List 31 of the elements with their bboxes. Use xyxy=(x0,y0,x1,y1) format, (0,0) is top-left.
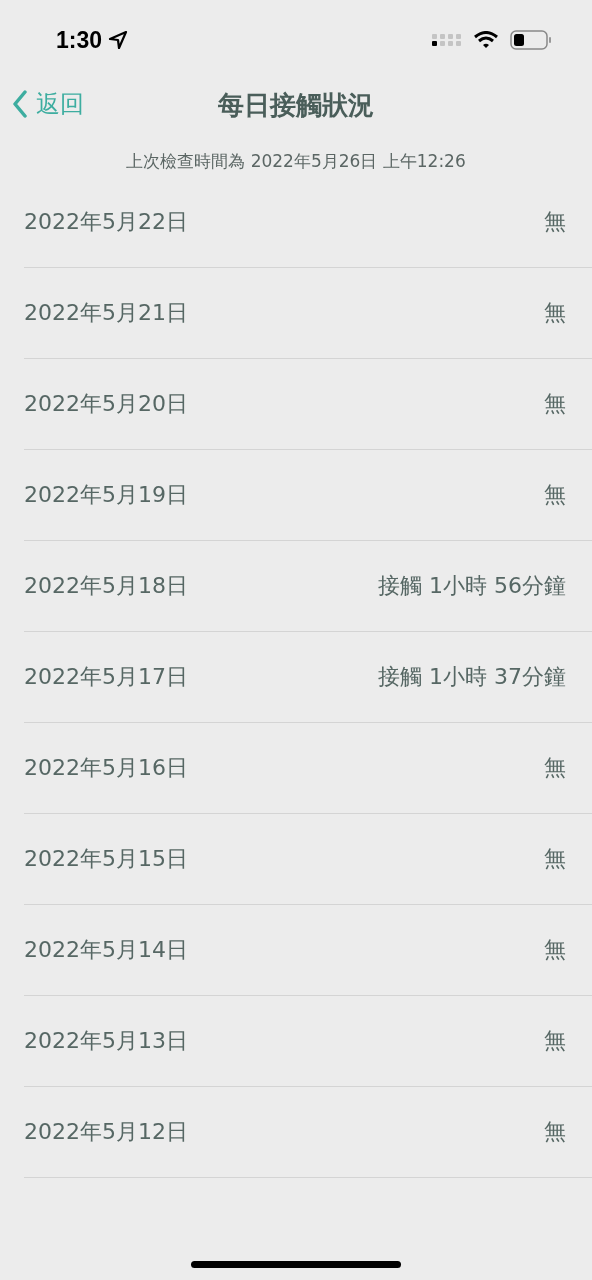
contact-status: 無 xyxy=(544,299,566,327)
date-label: 2022年5月13日 xyxy=(24,1027,188,1055)
contact-status: 接觸 1小時 56分鐘 xyxy=(378,572,566,600)
contact-status: 無 xyxy=(544,481,566,509)
contact-status: 無 xyxy=(544,208,566,236)
date-label: 2022年5月15日 xyxy=(24,845,188,873)
date-label: 2022年5月21日 xyxy=(24,299,188,327)
date-label: 2022年5月22日 xyxy=(24,208,188,236)
date-label: 2022年5月17日 xyxy=(24,663,188,691)
contact-status: 無 xyxy=(544,1118,566,1146)
location-arrow-icon xyxy=(108,30,129,50)
contact-status: 無 xyxy=(544,845,566,873)
date-label: 2022年5月20日 xyxy=(24,390,188,418)
battery-icon xyxy=(510,30,552,50)
date-label: 2022年5月14日 xyxy=(24,936,188,964)
contact-status: 無 xyxy=(544,936,566,964)
date-label: 2022年5月18日 xyxy=(24,572,188,600)
chevron-left-icon xyxy=(12,90,28,118)
date-label: 2022年5月16日 xyxy=(24,754,188,782)
clock-time: 1:30 xyxy=(56,26,103,54)
date-label: 2022年5月12日 xyxy=(24,1118,188,1146)
wifi-icon xyxy=(474,31,498,49)
contact-status: 無 xyxy=(544,754,566,782)
cellular-signal-icon xyxy=(432,33,462,47)
last-checked-text: 上次檢查時間為 2022年5月26日 上午12:26 xyxy=(125,150,467,173)
date-label: 2022年5月19日 xyxy=(24,481,188,509)
contact-status: 接觸 1小時 37分鐘 xyxy=(378,663,566,691)
back-button[interactable]: 返回 xyxy=(12,88,84,120)
screen-title: 每日接觸狀況 xyxy=(218,88,374,122)
contact-status: 無 xyxy=(544,1027,566,1055)
contact-status: 無 xyxy=(544,390,566,418)
